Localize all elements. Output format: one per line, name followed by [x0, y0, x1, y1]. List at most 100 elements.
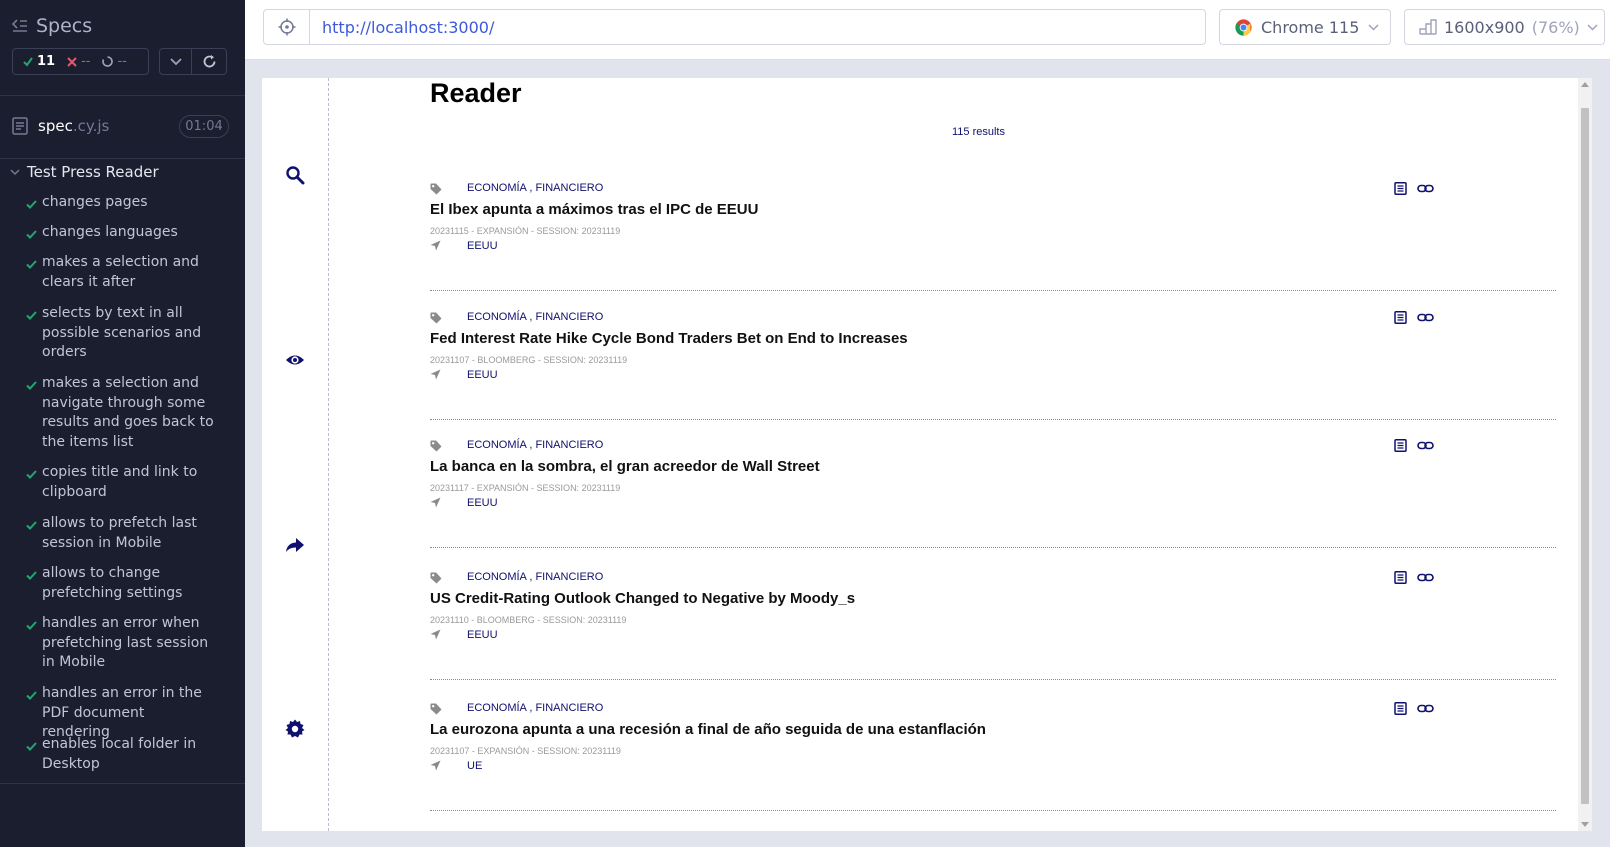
- tag-icon: [430, 703, 442, 715]
- test-item[interactable]: enables local folder in Desktop: [26, 735, 216, 774]
- document-icon[interactable]: [1394, 702, 1407, 715]
- spec-file-name: spec.cy.js: [38, 117, 109, 135]
- refresh-icon: [203, 55, 215, 68]
- viewport-scale: (76%): [1531, 17, 1580, 37]
- scroll-thumb[interactable]: [1581, 108, 1589, 804]
- item-categories: ECONOMÍA , FINANCIERO: [467, 571, 604, 583]
- chevron-down-icon: [1368, 23, 1379, 31]
- item-categories: ECONOMÍA , FINANCIERO: [467, 311, 604, 323]
- spec-file-base: spec: [38, 117, 73, 135]
- aut-header: http://localhost:3000/ Chrome 115 1600x9…: [245, 0, 1610, 60]
- item-title[interactable]: La banca en la sombra, el gran acreedor …: [430, 458, 820, 475]
- test-title: enables local folder in Desktop: [42, 736, 197, 772]
- check-icon: [26, 621, 37, 630]
- share-icon[interactable]: [285, 535, 305, 555]
- sidebar-header: Specs 11 -- --: [0, 0, 245, 96]
- document-icon[interactable]: [1394, 182, 1407, 195]
- check-icon: [26, 691, 37, 700]
- item-meta: 20231107 - EXPANSIÓN - SESSION: 20231119: [430, 746, 621, 756]
- test-item[interactable]: makes a selection and navigate through s…: [26, 374, 216, 452]
- pending-stat: --: [102, 54, 127, 69]
- spec-file-row[interactable]: spec.cy.js 01:04: [0, 109, 245, 159]
- item-place: UE: [467, 760, 483, 772]
- document-icon[interactable]: [1394, 439, 1407, 452]
- chevron-down-icon: [169, 57, 182, 65]
- item-place: EEUU: [467, 629, 498, 641]
- tag-icon: [430, 183, 442, 195]
- item-meta: 20231115 - EXPANSIÓN - SESSION: 20231119: [430, 226, 621, 236]
- check-icon: [26, 260, 37, 269]
- item-meta: 20231107 - BLOOMBERG - SESSION: 20231119: [430, 355, 628, 365]
- check-icon: [26, 230, 37, 239]
- passed-count: 11: [37, 54, 56, 69]
- item-title[interactable]: US Credit-Rating Outlook Changed to Nega…: [430, 590, 855, 607]
- test-stats: 11 -- --: [12, 48, 149, 75]
- test-title: makes a selection and clears it after: [42, 254, 199, 290]
- viewport-icon: [1419, 19, 1437, 35]
- test-item[interactable]: copies title and link to clipboard: [26, 463, 216, 502]
- url-bar: http://localhost:3000/: [263, 9, 1206, 45]
- specs-toggle[interactable]: Specs: [12, 15, 92, 37]
- item-place: EEUU: [467, 497, 498, 509]
- test-title: handles an error in the PDF document ren…: [42, 685, 202, 740]
- item-categories: ECONOMÍA , FINANCIERO: [467, 702, 604, 714]
- test-item[interactable]: changes languages: [26, 223, 216, 246]
- browser-name: Chrome 115: [1261, 17, 1360, 37]
- item-categories: ECONOMÍA , FINANCIERO: [467, 182, 604, 194]
- location-icon: [430, 369, 441, 380]
- browser-selector[interactable]: Chrome 115: [1219, 9, 1391, 45]
- test-item[interactable]: allows to prefetch last session in Mobil…: [26, 514, 216, 553]
- pending-count: --: [117, 54, 127, 69]
- test-list: changes pages changes languages makes a …: [0, 189, 245, 784]
- viewport-info[interactable]: 1600x900 (76%): [1404, 9, 1605, 45]
- document-icon[interactable]: [1394, 571, 1407, 584]
- rerun-button[interactable]: [191, 48, 227, 75]
- item-place: EEUU: [467, 369, 498, 381]
- test-title: copies title and link to clipboard: [42, 464, 198, 500]
- link-icon[interactable]: [1417, 702, 1434, 715]
- gear-icon[interactable]: [285, 719, 305, 739]
- check-icon: [26, 521, 37, 530]
- search-icon[interactable]: [285, 165, 305, 185]
- check-icon: [26, 470, 37, 479]
- suite-header[interactable]: Test Press Reader: [10, 163, 159, 181]
- test-item[interactable]: changes pages: [26, 193, 216, 216]
- scroll-up-arrow[interactable]: [1581, 82, 1589, 87]
- check-icon: [26, 381, 37, 390]
- testing-preferences-button[interactable]: [159, 48, 192, 75]
- test-title: selects by text in all possible scenario…: [42, 305, 202, 360]
- test-item[interactable]: allows to change prefetching settings: [26, 564, 216, 603]
- link-icon[interactable]: [1417, 439, 1434, 452]
- url-text[interactable]: http://localhost:3000/: [310, 18, 494, 37]
- link-icon[interactable]: [1417, 182, 1434, 195]
- list-item: ECONOMÍA , FINANCIERO La banca en la som…: [430, 438, 1556, 548]
- results-count: 115 results: [952, 126, 1005, 138]
- list-item: ECONOMÍA , FINANCIERO El Ibex apunta a m…: [430, 181, 1556, 291]
- item-meta: 20231110 - BLOOMBERG - SESSION: 20231119: [430, 615, 627, 625]
- test-item[interactable]: makes a selection and clears it after: [26, 253, 216, 292]
- test-title: changes pages: [42, 194, 148, 210]
- eye-icon[interactable]: [285, 350, 305, 370]
- specs-sidebar: Specs 11 -- -- spec.cy.js 01:04 Test Pre…: [0, 0, 245, 847]
- scroll-down-arrow[interactable]: [1581, 822, 1589, 827]
- page-title: Reader: [430, 78, 522, 108]
- selector-icon: [278, 18, 295, 36]
- app-side-menu: [262, 78, 329, 831]
- chevron-down-icon: [10, 168, 20, 175]
- item-title[interactable]: El Ibex apunta a máximos tras el IPC de …: [430, 201, 758, 218]
- item-title[interactable]: Fed Interest Rate Hike Cycle Bond Trader…: [430, 330, 908, 347]
- location-icon: [430, 497, 441, 508]
- test-title: changes languages: [42, 224, 178, 240]
- test-item[interactable]: handles an error when prefetching last s…: [26, 614, 216, 673]
- test-item[interactable]: handles an error in the PDF document ren…: [26, 684, 216, 743]
- link-icon[interactable]: [1417, 571, 1434, 584]
- x-icon: [67, 56, 77, 67]
- test-item[interactable]: selects by text in all possible scenario…: [26, 304, 216, 363]
- item-title[interactable]: La eurozona apunta a una recesión a fina…: [430, 721, 986, 738]
- app-scrollbar[interactable]: [1578, 78, 1592, 831]
- document-icon[interactable]: [1394, 311, 1407, 324]
- link-icon[interactable]: [1417, 311, 1434, 324]
- selector-playground-button[interactable]: [264, 10, 310, 44]
- specs-title: Specs: [36, 15, 93, 37]
- check-icon: [26, 200, 37, 209]
